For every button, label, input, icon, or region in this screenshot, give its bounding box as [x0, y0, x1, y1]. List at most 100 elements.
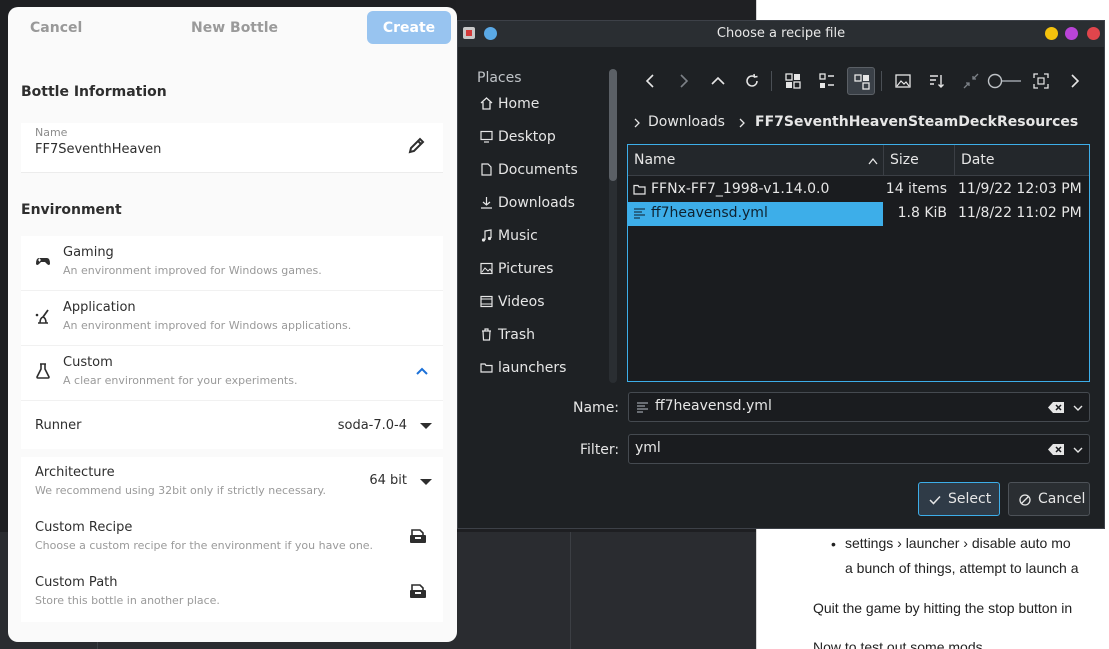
place-music[interactable]: Music	[478, 223, 608, 251]
dialog-title: New Bottle	[191, 20, 278, 36]
flask-icon	[36, 363, 50, 379]
clear-text-icon[interactable]	[1048, 402, 1064, 413]
image-preview-icon	[895, 74, 911, 88]
environment-subtitle: An environment improved for Windows game…	[63, 264, 322, 277]
place-downloads[interactable]: Downloads	[478, 190, 608, 218]
file-row[interactable]: FFNx-FF7_1998-v1.14.0.0 14 items 11/9/22…	[628, 178, 1089, 202]
place-label: launchers	[498, 360, 567, 376]
environment-application[interactable]: Application An environment improved for …	[21, 291, 443, 346]
cancel-button[interactable]: Cancel	[30, 20, 82, 36]
place-pictures[interactable]: Pictures	[478, 256, 608, 284]
filename-field[interactable]	[628, 392, 1090, 422]
place-desktop[interactable]: Desktop	[478, 124, 608, 152]
toolbar-divider	[771, 71, 772, 91]
places-heading: Places	[477, 70, 522, 86]
environment-custom[interactable]: Custom A clear environment for your expe…	[21, 346, 443, 401]
arrow-left-icon	[645, 74, 654, 88]
bullet-text: settings › launcher › disable auto mo	[845, 535, 1071, 551]
chevron-right-icon	[1071, 74, 1080, 88]
chevron-down-icon[interactable]	[1073, 403, 1083, 413]
file-size: 14 items	[885, 181, 947, 197]
place-launchers[interactable]: launchers	[478, 355, 608, 383]
sort-button[interactable]	[923, 67, 951, 95]
desktop-icon	[480, 130, 493, 143]
file-list-header: Name Size Date	[628, 145, 1089, 176]
text-file-icon	[637, 402, 648, 413]
breadcrumb-item[interactable]: Downloads	[648, 114, 725, 130]
select-button-label: Select	[948, 491, 992, 507]
architecture-row[interactable]: Architecture We recommend using 32bit on…	[21, 457, 443, 512]
file-name: FFNx-FF7_1998-v1.14.0.0	[651, 181, 830, 197]
file-list[interactable]: Name Size Date FFNx-FF7_1998-v1.14.0.0 1…	[627, 144, 1090, 459]
videos-icon	[480, 295, 493, 308]
custom-recipe-row[interactable]: Custom Recipe Choose a custom recipe for…	[21, 512, 443, 567]
place-home[interactable]: Home	[478, 91, 608, 119]
column-divider[interactable]	[883, 145, 884, 176]
chevron-down-icon[interactable]	[420, 479, 432, 485]
place-documents[interactable]: Documents	[478, 157, 608, 185]
chevron-down-icon[interactable]	[420, 423, 432, 429]
edit-icon[interactable]	[407, 135, 427, 155]
runner-row[interactable]: Runner soda-7.0-4	[21, 401, 443, 449]
document-open-icon[interactable]	[409, 528, 427, 544]
maximize-icon[interactable]	[1065, 27, 1078, 40]
divider	[570, 532, 571, 649]
view-compact-icon	[819, 73, 834, 88]
zoom-in-button[interactable]	[1027, 67, 1055, 95]
select-button[interactable]: Select	[918, 482, 1000, 516]
forward-button[interactable]	[670, 67, 698, 95]
filename-input[interactable]	[655, 398, 1035, 414]
architecture-label: Architecture	[35, 465, 115, 480]
title-bar[interactable]: Choose a recipe file	[458, 21, 1104, 47]
bottle-name-field[interactable]: Name FF7SeventhHeaven	[21, 123, 443, 173]
name-value: FF7SeventhHeaven	[35, 142, 162, 157]
place-label: Desktop	[498, 129, 556, 145]
folder-open-icon[interactable]	[409, 583, 427, 599]
detailed-view-button[interactable]	[847, 67, 875, 95]
place-label: Documents	[498, 162, 578, 178]
file-date: 11/8/22 11:02 PM	[958, 205, 1082, 221]
preview-button[interactable]	[889, 67, 917, 95]
clear-text-icon[interactable]	[1048, 444, 1064, 455]
column-header-date[interactable]: Date	[961, 152, 994, 168]
name-label: Name	[35, 126, 68, 139]
column-header-size[interactable]: Size	[890, 152, 919, 168]
places-scrollbar[interactable]	[609, 69, 617, 181]
more-options-button[interactable]	[1061, 67, 1089, 95]
brush-icon	[35, 309, 49, 324]
place-label: Pictures	[498, 261, 554, 277]
back-button[interactable]	[636, 67, 664, 95]
column-header-name[interactable]: Name	[634, 152, 675, 168]
parent-folder-button[interactable]	[704, 67, 732, 95]
place-videos[interactable]: Videos	[478, 289, 608, 317]
chevron-up-icon[interactable]	[415, 364, 429, 378]
zoom-out-button[interactable]	[957, 67, 985, 95]
close-icon[interactable]	[1087, 27, 1100, 40]
section-heading-bottle-info: Bottle Information	[21, 84, 167, 100]
create-button[interactable]: Create	[367, 11, 451, 44]
architecture-value: 64 bit	[369, 473, 407, 488]
zoom-slider[interactable]	[985, 67, 1025, 95]
column-divider[interactable]	[954, 145, 955, 176]
reload-button[interactable]	[738, 67, 766, 95]
custom-recipe-label: Custom Recipe	[35, 520, 133, 535]
folder-icon	[480, 363, 493, 373]
minimize-icon[interactable]	[1045, 27, 1058, 40]
slider-icon	[987, 73, 1021, 89]
compact-view-button[interactable]	[813, 67, 841, 95]
chevron-down-icon[interactable]	[1073, 445, 1083, 455]
filter-field[interactable]	[628, 434, 1090, 464]
cancel-button[interactable]: Cancel	[1008, 482, 1090, 516]
reload-icon	[746, 73, 758, 87]
icons-view-button[interactable]	[779, 67, 807, 95]
environment-subtitle: A clear environment for your experiments…	[63, 374, 298, 387]
place-trash[interactable]: Trash	[478, 322, 608, 350]
file-row-selected[interactable]: ff7heavensd.yml 1.8 KiB 11/8/22 11:02 PM	[628, 202, 1089, 226]
zoom-out-icon	[963, 73, 979, 89]
filter-input[interactable]	[635, 440, 1015, 456]
breadcrumb-current[interactable]: FF7SeventhHeavenSteamDeckResources	[755, 114, 1078, 130]
custom-path-row[interactable]: Custom Path Store this bottle in another…	[21, 567, 443, 622]
breadcrumb-chevron-icon	[739, 118, 745, 128]
custom-recipe-subtitle: Choose a custom recipe for the environme…	[35, 539, 374, 552]
environment-gaming[interactable]: Gaming An environment improved for Windo…	[21, 236, 443, 291]
